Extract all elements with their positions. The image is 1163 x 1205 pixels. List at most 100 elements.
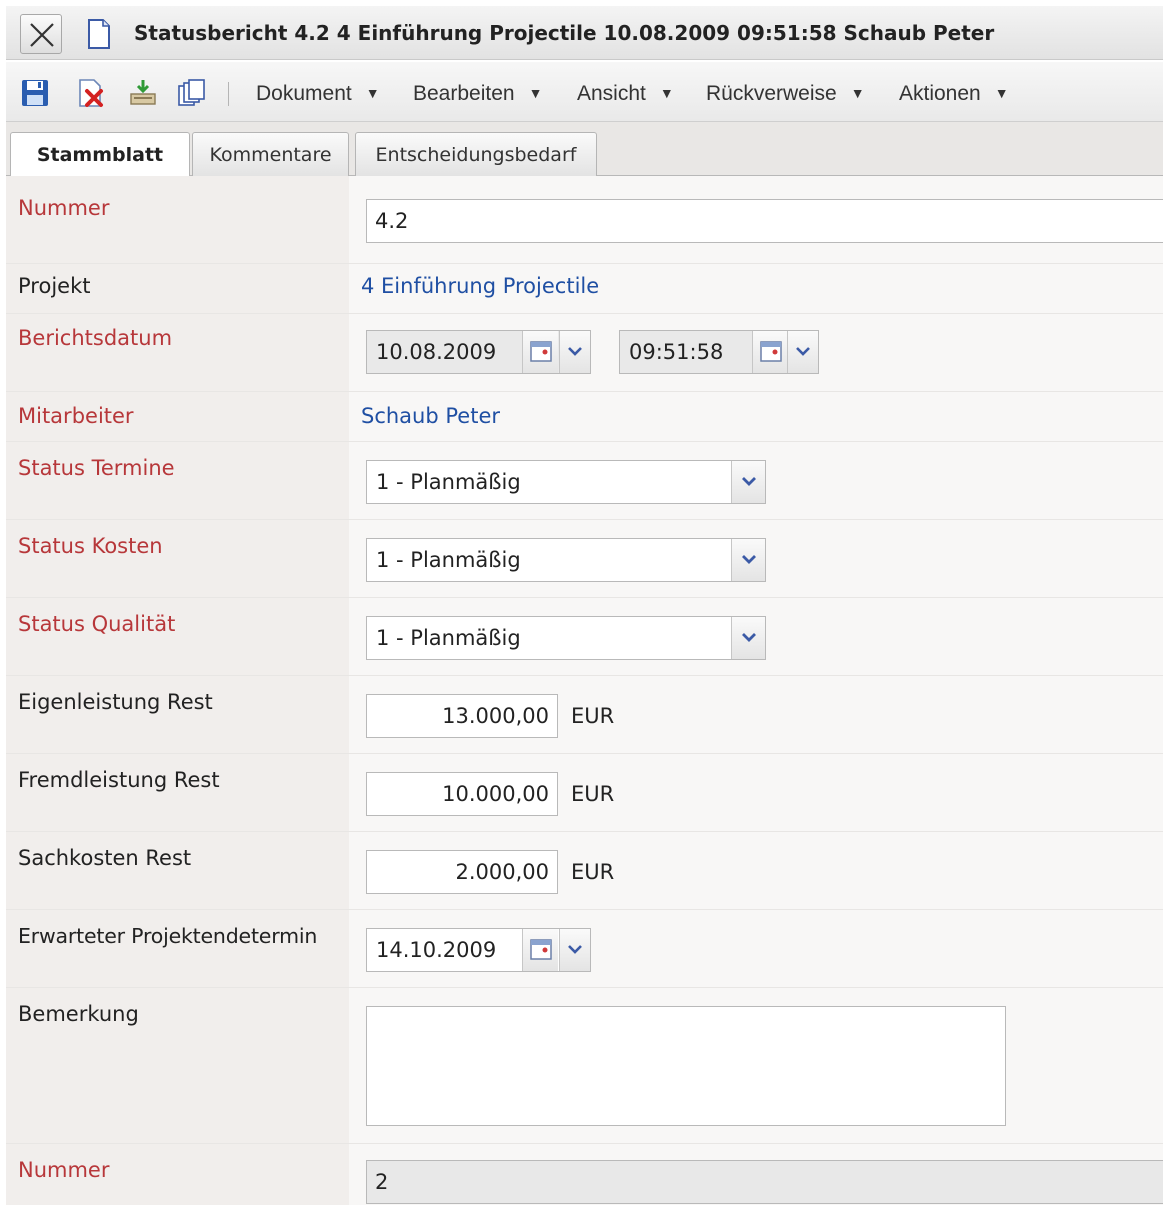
dropdown-button[interactable] [731,461,765,503]
value-cell [349,988,1163,1143]
value-cell: 4 Einführung Projectile [349,264,1163,313]
date-dropdown-button[interactable] [559,929,590,971]
close-icon [30,23,54,47]
menu-aktionen[interactable]: Aktionen ▼ [899,62,1009,122]
value-cell: 1 - Planmäßig [349,520,1163,597]
dropdown-button[interactable] [731,539,765,581]
value-cell: Schaub Peter [349,392,1163,441]
value-cell: 1 - Planmäßig [349,442,1163,519]
berichtsdatum-time-field[interactable]: 09:51:58 [619,330,819,374]
value-cell: 1 - Planmäßig [349,598,1163,675]
label-projekt: Projekt [6,264,349,313]
label-sachkosten: Sachkosten Rest [6,832,349,909]
value-cell: 13.000,00 EUR [349,676,1163,753]
value-cell: 4.2 [349,176,1163,263]
label-fremdleistung: Fremdleistung Rest [6,754,349,831]
row-eigenleistung: Eigenleistung Rest 13.000,00 EUR [6,676,1163,754]
toolbar-separator [228,82,229,106]
row-berichtsdatum: Berichtsdatum 10.08.2009 09:51:58 [6,314,1163,392]
calendar-button[interactable] [522,331,558,373]
currency-unit: EUR [571,782,615,806]
caret-down-icon: ▼ [365,85,380,101]
label-mitarbeiter: Mitarbeiter [6,392,349,441]
close-button[interactable] [20,14,62,54]
caret-down-icon: ▼ [528,85,543,101]
projektende-date-field[interactable]: 14.10.2009 [366,928,591,972]
row-status-qualitaet: Status Qualität 1 - Planmäßig [6,598,1163,676]
menu-label: Dokument [256,82,352,105]
calendar-button[interactable] [522,929,558,971]
chevron-down-icon [742,477,756,486]
menu-rueckverweise[interactable]: Rückverweise ▼ [706,62,865,122]
status-kosten-select[interactable]: 1 - Planmäßig [366,538,766,582]
row-projekt: Projekt 4 Einführung Projectile [6,264,1163,314]
status-qualitaet-select[interactable]: 1 - Planmäßig [366,616,766,660]
row-bemerkung: Bemerkung [6,988,1163,1144]
delete-icon[interactable] [76,78,106,108]
nummer-2-input[interactable]: 2 [366,1160,1163,1204]
sachkosten-input[interactable]: 2.000,00 [366,850,558,894]
tab-entscheidungsbedarf[interactable]: Entscheidungsbedarf [355,132,597,176]
export-icon[interactable] [128,78,158,108]
chevron-down-icon [568,945,582,954]
fremdleistung-input[interactable]: 10.000,00 [366,772,558,816]
dropdown-button[interactable] [731,617,765,659]
tab-stammblatt[interactable]: Stammblatt [10,132,190,177]
stammblatt-form: Nummer 4.2 Projekt 4 Einführung Projecti… [6,176,1163,1205]
mitarbeiter-link[interactable]: Schaub Peter [361,404,500,428]
title-bar: Statusbericht 4.2 4 Einführung Projectil… [6,6,1163,60]
value-cell: 14.10.2009 [349,910,1163,987]
currency-unit: EUR [571,704,615,728]
clock-button[interactable] [752,331,788,373]
selected-value: 1 - Planmäßig [376,470,521,494]
label-status-kosten: Status Kosten [6,520,349,597]
label-status-qualitaet: Status Qualität [6,598,349,675]
selected-value: 1 - Planmäßig [376,626,521,650]
date-value: 14.10.2009 [376,938,497,962]
window-title: Statusbericht 4.2 4 Einführung Projectil… [134,21,995,45]
value-cell: 10.08.2009 09:51:58 [349,314,1163,391]
row-mitarbeiter: Mitarbeiter Schaub Peter [6,392,1163,442]
date-value: 10.08.2009 [376,340,497,364]
label-projektende: Erwarteter Projektendetermin [6,910,349,987]
eigenleistung-input[interactable]: 13.000,00 [366,694,558,738]
selected-value: 1 - Planmäßig [376,548,521,572]
time-dropdown-button[interactable] [787,331,818,373]
save-icon[interactable] [20,78,50,108]
value-cell: 2 [349,1144,1163,1205]
currency-unit: EUR [571,860,615,884]
menu-bearbeiten[interactable]: Bearbeiten ▼ [413,62,542,122]
caret-down-icon: ▼ [850,85,865,101]
berichtsdatum-date-field[interactable]: 10.08.2009 [366,330,591,374]
label-berichtsdatum: Berichtsdatum [6,314,349,391]
label-nummer: Nummer [6,176,349,263]
date-dropdown-button[interactable] [559,331,590,373]
chevron-down-icon [742,633,756,642]
row-nummer-2: Nummer 2 [6,1144,1163,1205]
menu-dokument[interactable]: Dokument ▼ [256,62,380,122]
menu-label: Ansicht [577,82,646,105]
copy-icon[interactable] [176,78,206,108]
projekt-link[interactable]: 4 Einführung Projectile [361,274,599,298]
row-projektende: Erwarteter Projektendetermin 14.10.2009 [6,910,1163,988]
menu-label: Rückverweise [706,82,837,105]
row-status-termine: Status Termine 1 - Planmäßig [6,442,1163,520]
tab-kommentare[interactable]: Kommentare [192,132,349,176]
calendar-icon [530,939,552,960]
status-termine-select[interactable]: 1 - Planmäßig [366,460,766,504]
calendar-icon [760,341,782,362]
menu-label: Bearbeiten [413,82,515,105]
calendar-icon [530,341,552,362]
row-sachkosten: Sachkosten Rest 2.000,00 EUR [6,832,1163,910]
nummer-input[interactable]: 4.2 [366,199,1163,243]
caret-down-icon: ▼ [994,85,1009,101]
tab-bar: Stammblatt Kommentare Entscheidungsbedar… [6,122,1163,177]
label-eigenleistung: Eigenleistung Rest [6,676,349,753]
row-fremdleistung: Fremdleistung Rest 10.000,00 EUR [6,754,1163,832]
chevron-down-icon [742,555,756,564]
bemerkung-textarea[interactable] [366,1006,1006,1126]
menu-ansicht[interactable]: Ansicht ▼ [577,62,674,122]
value-cell: 10.000,00 EUR [349,754,1163,831]
time-value: 09:51:58 [629,340,724,364]
value-cell: 2.000,00 EUR [349,832,1163,909]
